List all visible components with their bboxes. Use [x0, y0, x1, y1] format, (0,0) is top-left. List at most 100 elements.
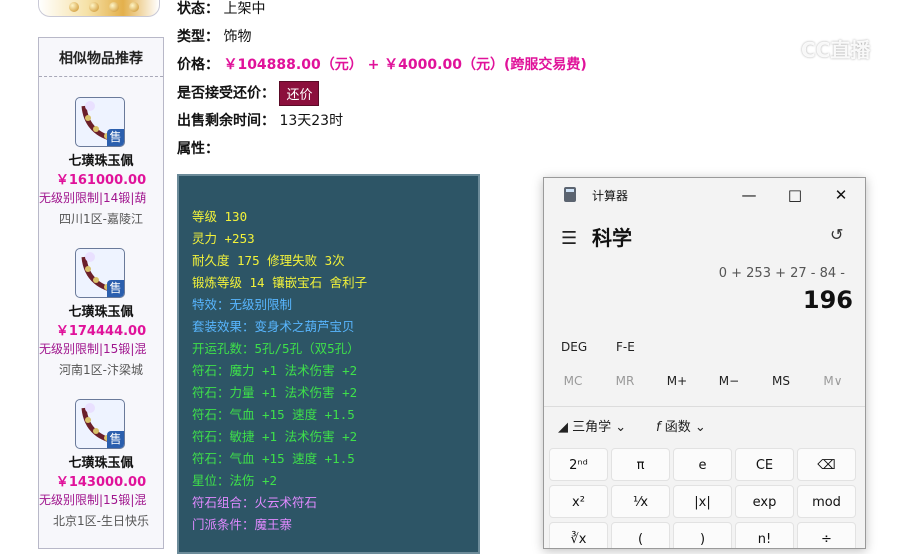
calculator-expression: 0 + 253 + 27 - 84 -	[718, 266, 845, 281]
attribute-line: 星位：法伤 +2	[192, 473, 278, 488]
attribute-line: 符石：力量 +1 法术伤害 +2	[192, 385, 358, 400]
similar-item-tags: 无级别限制|15锻|混	[39, 493, 147, 507]
remaining-time-value: 13天23时	[279, 113, 344, 129]
status-value: 上架中	[223, 1, 266, 17]
bargain-row: 是否接受还价： 还价	[177, 81, 320, 106]
history-icon[interactable]: ↺	[830, 225, 843, 244]
similar-items-panel: 相似物品推荐 售 七璜珠玉佩 ￥161000.00 无级别限制|14锻|葫 四川…	[38, 37, 164, 549]
calc-key[interactable]: ⌫	[797, 448, 856, 481]
attributes-box: 等级 130 灵力 +253 耐久度 175 修理失败 3次锻炼等级 14 镶嵌宝石…	[177, 174, 480, 554]
similar-item-server: 北京1区-生日快乐	[53, 514, 149, 528]
calc-key[interactable]: x²	[549, 485, 608, 518]
attribute-line: 套装效果：变身术之葫芦宝贝	[192, 319, 355, 334]
calc-key[interactable]: CE	[735, 448, 794, 481]
sale-badge: 售	[107, 129, 124, 146]
bargain-button[interactable]: 还价	[279, 81, 320, 106]
cc-live-watermark: CC直播	[760, 34, 870, 65]
hamburger-menu-icon[interactable]: ☰	[561, 228, 577, 249]
type-label: 类型：	[177, 29, 219, 45]
calc-key[interactable]: ∛x	[549, 522, 608, 548]
calculator-mode-title: 科学	[592, 226, 632, 250]
calculator-window: 计算器 — □ ✕ ☰ 科学 ↺ 0 + 253 + 27 - 84 - 196…	[543, 177, 866, 549]
calculator-mode-buttons: DEG F-E	[544, 340, 865, 364]
similar-item-price: ￥143000.00	[55, 475, 147, 490]
attribute-line: 符石：敏捷 +1 法术伤害 +2	[192, 429, 358, 444]
calc-key[interactable]: exp	[735, 485, 794, 518]
memory-clear-button[interactable]: MC	[548, 374, 598, 388]
trig-label: 三角学	[572, 420, 612, 435]
status-label: 状态：	[177, 1, 219, 17]
close-icon[interactable]: ✕	[826, 183, 856, 207]
jade-pendant-icon[interactable]: 售	[75, 399, 125, 449]
attribute-line: 符石：魔力 +1 法术伤害 +2	[192, 363, 358, 378]
calc-key[interactable]: π	[611, 448, 670, 481]
attribute-line: 耐久度 175 修理失败 3次	[192, 253, 345, 268]
calc-key[interactable]: n!	[735, 522, 794, 548]
attribute-line: 等级 130	[192, 209, 248, 224]
function-dropdown[interactable]: f 函数 ⌄	[656, 416, 706, 435]
similar-item-server: 河南1区-汴梁城	[59, 363, 143, 377]
maximize-icon[interactable]: □	[780, 183, 810, 207]
similar-item-name[interactable]: 七璜珠玉佩	[39, 301, 163, 320]
cloud-logo-icon	[762, 43, 793, 62]
price-value: ￥104888.00（元） + ￥4000.00（元）(跨服交易费)	[223, 57, 587, 73]
divider	[544, 406, 865, 407]
calc-key[interactable]: mod	[797, 485, 856, 518]
similar-item-tags: 无级别限制|14锻|葫	[39, 191, 147, 205]
attribute-line: 特效：无级别限制	[192, 297, 293, 312]
memory-list-button[interactable]: M∨	[808, 374, 858, 388]
jade-pendant-icon[interactable]: 售	[75, 97, 125, 147]
remaining-time-row: 出售剩余时间： 13天23时	[177, 110, 343, 130]
price-label: 价格：	[177, 57, 219, 73]
calculator-title: 计算器	[592, 189, 629, 203]
attribute-line: 锻炼等级 14 镶嵌宝石 舍利子	[192, 275, 368, 290]
price-row: 价格： ￥104888.00（元） + ￥4000.00（元）(跨服交易费)	[177, 54, 587, 74]
watermark-text: CC直播	[800, 38, 871, 62]
sale-badge: 售	[107, 280, 124, 297]
calc-key[interactable]: (	[611, 522, 670, 548]
memory-buttons: MC MR M+ M− MS M∨	[544, 374, 865, 398]
calculator-result: 196	[802, 286, 853, 314]
similar-item-price: ￥161000.00	[55, 173, 147, 188]
minimize-icon[interactable]: —	[734, 183, 764, 207]
fe-button[interactable]: F-E	[616, 340, 635, 354]
calc-key[interactable]: )	[673, 522, 732, 548]
similar-item-tags: 无级别限制|15锻|混	[39, 342, 147, 356]
memory-store-button[interactable]: MS	[756, 374, 806, 388]
calculator-app-icon	[564, 187, 576, 202]
attribute-line: 开运孔数：5孔/5孔（双5孔）	[192, 341, 360, 356]
attribute-line: 灵力 +253	[192, 231, 255, 246]
attribute-line: 符石：气血 +15 速度 +1.5	[192, 451, 355, 466]
memory-recall-button[interactable]: MR	[600, 374, 650, 388]
trig-dropdown[interactable]: ◢ 三角学 ⌄	[558, 416, 626, 435]
similar-item-name[interactable]: 七璜珠玉佩	[39, 452, 163, 471]
similar-items-title: 相似物品推荐	[39, 38, 163, 77]
attribute-line: 符石：气血 +15 速度 +1.5	[192, 407, 355, 422]
remaining-time-label: 出售剩余时间：	[177, 113, 275, 129]
calc-key[interactable]: |x|	[673, 485, 732, 518]
attributes-row: 属性：	[177, 138, 219, 158]
calc-key[interactable]: 2ⁿᵈ	[549, 448, 608, 481]
similar-item-price: ￥174444.00	[55, 324, 147, 339]
memory-add-button[interactable]: M+	[652, 374, 702, 388]
calc-key[interactable]: ¹⁄x	[611, 485, 670, 518]
jade-pendant-icon[interactable]: 售	[75, 248, 125, 298]
calculator-titlebar[interactable]: 计算器 — □ ✕	[544, 178, 865, 212]
attributes-label: 属性：	[177, 141, 219, 157]
bargain-label: 是否接受还价：	[177, 85, 275, 102]
status-row: 状态： 上架中	[177, 0, 265, 18]
angle-mode-button[interactable]: DEG	[561, 340, 587, 354]
function-label: 函数	[664, 420, 691, 435]
attribute-line: 符石组合：火云术符石	[192, 495, 318, 510]
memory-subtract-button[interactable]: M−	[704, 374, 754, 388]
function-dropdowns: ◢ 三角学 ⌄ f 函数 ⌄	[544, 416, 865, 440]
calculator-header: ☰ 科学 ↺	[544, 218, 865, 254]
similar-item-name[interactable]: 七璜珠玉佩	[39, 150, 163, 169]
item-thumbnail	[38, 0, 160, 17]
calc-key[interactable]: e	[673, 448, 732, 481]
attribute-line: 门派条件：魔王寨	[192, 517, 293, 532]
similar-item-server: 四川1区-嘉陵江	[59, 212, 143, 226]
type-row: 类型： 饰物	[177, 26, 251, 46]
calc-key[interactable]: ÷	[797, 522, 856, 548]
sale-badge: 售	[107, 431, 124, 448]
